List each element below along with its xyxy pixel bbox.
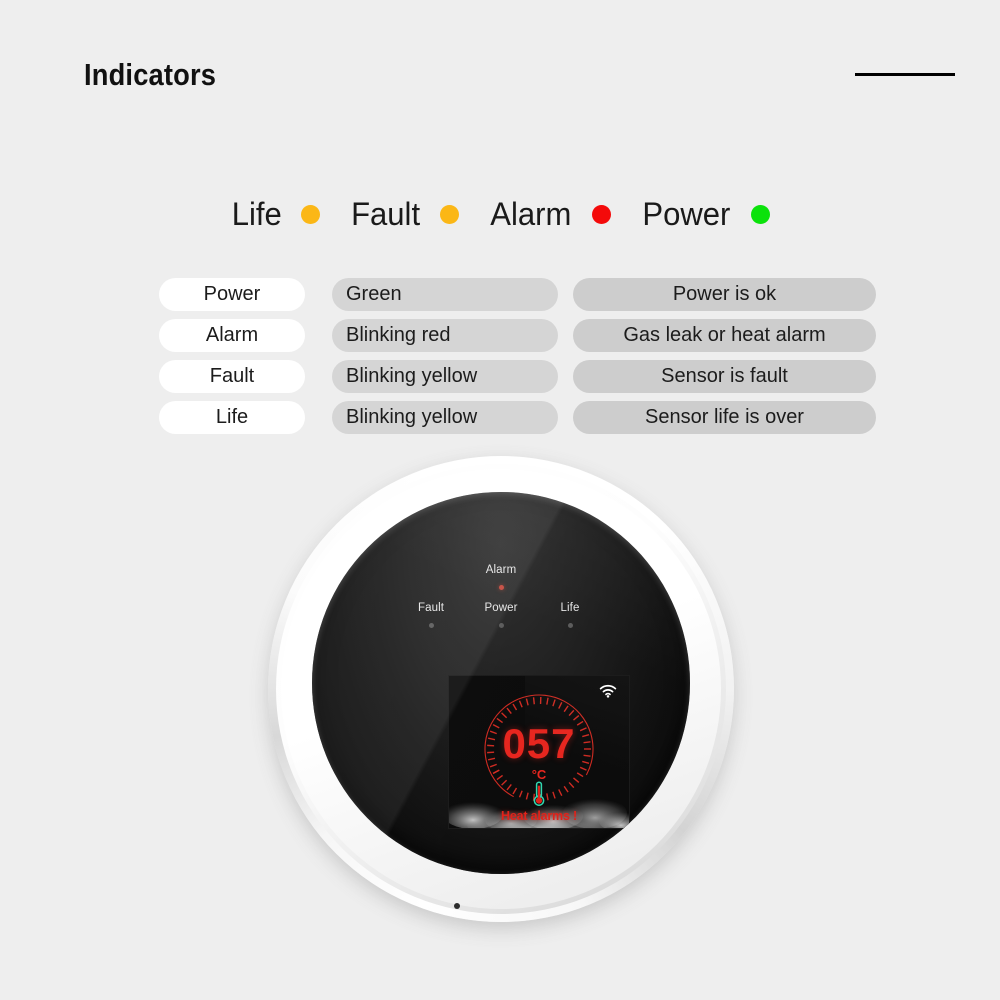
legend-item-alarm: Alarm bbox=[489, 196, 641, 233]
indicator-color-cell: Blinking yellow bbox=[332, 360, 558, 393]
legend-item-fault: Fault bbox=[350, 196, 489, 233]
lcd-temperature-unit: °C bbox=[531, 767, 547, 782]
page-title: Indicators bbox=[84, 57, 217, 92]
indicator-legend: Life Fault Alarm Power bbox=[0, 186, 1000, 242]
indicator-name-cell: Fault bbox=[159, 360, 305, 393]
power-led-indicator-icon bbox=[498, 622, 504, 628]
indicator-color-cell: Green bbox=[332, 278, 558, 311]
device-led-label-life: Life bbox=[560, 602, 580, 614]
indicator-description-cell: Gas leak or heat alarm bbox=[573, 319, 876, 352]
life-led-indicator-icon bbox=[567, 622, 573, 628]
indicator-name-cell: Alarm bbox=[159, 319, 305, 352]
indicator-description-cell: Sensor life is over bbox=[573, 401, 876, 434]
device-front-face: Alarm Fault Power Life 057 °C Heat alarm… bbox=[312, 492, 690, 874]
wifi-icon bbox=[599, 684, 617, 698]
table-row: Fault Blinking yellow Sensor is fault bbox=[0, 360, 1000, 401]
indicator-table: Power Green Power is ok Alarm Blinking r… bbox=[0, 278, 1000, 442]
fault-legend-dot bbox=[440, 204, 460, 224]
alarm-led-indicator-icon bbox=[498, 584, 504, 590]
page-header: Indicators bbox=[0, 0, 1000, 130]
thermometer-icon bbox=[533, 781, 545, 806]
table-row: Life Blinking yellow Sensor life is over bbox=[0, 401, 1000, 442]
indicator-description-cell: Power is ok bbox=[573, 278, 876, 311]
alarm-legend-dot bbox=[591, 204, 611, 224]
device-lcd-screen: 057 °C Heat alarms ! bbox=[449, 676, 629, 828]
indicator-description-cell: Sensor is fault bbox=[573, 360, 876, 393]
power-legend-dot bbox=[750, 204, 770, 224]
indicator-name-cell: Life bbox=[159, 401, 305, 434]
legend-label-fault: Fault bbox=[351, 195, 421, 232]
lcd-alert-text: Heat alarms ! bbox=[501, 809, 577, 823]
device-bottom-sensor-dot bbox=[454, 903, 460, 909]
device-led-alarm: Alarm bbox=[456, 564, 546, 590]
indicator-color-cell: Blinking yellow bbox=[332, 401, 558, 434]
table-row: Alarm Blinking red Gas leak or heat alar… bbox=[0, 319, 1000, 360]
device-led-label-alarm: Alarm bbox=[485, 564, 517, 576]
legend-item-power: Power bbox=[641, 196, 770, 233]
header-divider-rule bbox=[855, 73, 955, 76]
life-legend-dot bbox=[301, 204, 321, 224]
legend-label-alarm: Alarm bbox=[490, 195, 572, 232]
legend-label-power: Power bbox=[642, 195, 731, 232]
lcd-temperature-value: 057 bbox=[502, 720, 576, 767]
gas-detector-device: Alarm Fault Power Life 057 °C Heat alarm… bbox=[268, 456, 734, 922]
indicator-name-cell: Power bbox=[159, 278, 305, 311]
legend-item-life: Life bbox=[231, 196, 351, 233]
table-row: Power Green Power is ok bbox=[0, 278, 1000, 319]
fault-led-indicator-icon bbox=[428, 622, 434, 628]
device-led-life: Life bbox=[525, 602, 615, 628]
legend-label-life: Life bbox=[231, 195, 282, 232]
indicator-color-cell: Blinking red bbox=[332, 319, 558, 352]
